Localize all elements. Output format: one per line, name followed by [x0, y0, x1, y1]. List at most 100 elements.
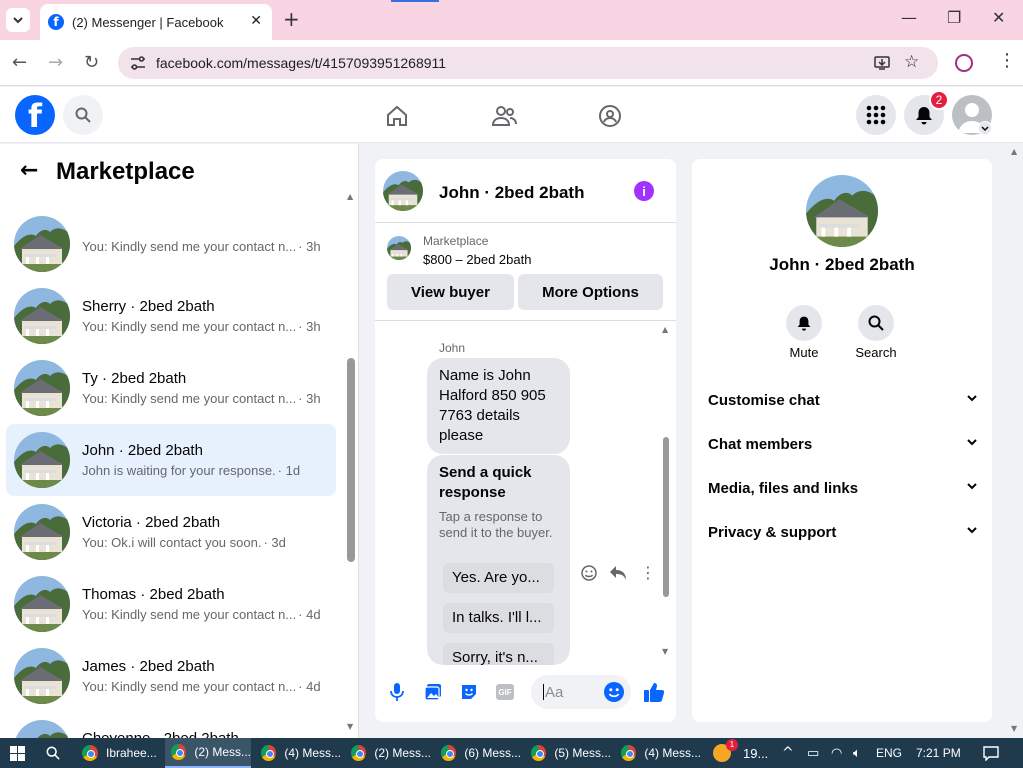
scrollbar-track[interactable]: ▲ ▼: [345, 192, 357, 732]
listing-price: $800 – 2bed 2bath: [423, 252, 532, 267]
quick-reply-1[interactable]: Yes. Are yo...: [443, 563, 554, 593]
photo-icon[interactable]: [424, 683, 442, 701]
conversation-name: Cheyenne · 2bed 2bath: [82, 730, 245, 738]
language-indicator[interactable]: ENG: [876, 738, 902, 768]
conversation-item[interactable]: Victoria · 2bed 2bath You: Ok.i will cont…: [6, 496, 336, 568]
chat-avatar[interactable]: [383, 171, 423, 211]
url-text: facebook.com/messages/t/4157093951268911: [156, 55, 447, 71]
install-app-icon[interactable]: [874, 55, 890, 71]
emoji-icon[interactable]: [604, 682, 624, 702]
conversation-name: John · 2bed 2bath: [82, 442, 203, 459]
section-media-files-links[interactable]: Media, files and links: [708, 480, 978, 497]
tab-search-button[interactable]: [6, 8, 30, 32]
mute-circle[interactable]: [786, 305, 822, 341]
conversation-item[interactable]: You: Kindly send me your contact n... · 3…: [6, 208, 336, 280]
chat-title[interactable]: John · 2bed 2bath: [439, 183, 584, 203]
taskbar-app-item[interactable]: (2) Mess...: [165, 738, 251, 768]
back-icon[interactable]: ←: [12, 52, 27, 73]
search-button[interactable]: [858, 305, 894, 341]
conversation-item[interactable]: Thomas · 2bed 2bath You: Kindly send me y…: [6, 568, 336, 640]
more-actions-icon[interactable]: ⋮: [640, 563, 656, 582]
conversation-time: · 4d: [298, 679, 321, 694]
scroll-up-arrow-icon[interactable]: ▲: [347, 192, 353, 201]
tray-chevron-icon[interactable]: ^: [782, 738, 794, 768]
conversation-avatar: [14, 360, 70, 416]
details-avatar[interactable]: [806, 175, 878, 247]
sticker-icon[interactable]: [460, 683, 478, 701]
taskbar-app-item[interactable]: (5) Mess...: [525, 738, 611, 768]
section-privacy-support[interactable]: Privacy & support: [708, 524, 978, 541]
chat-scroll-down-icon[interactable]: ▼: [662, 647, 668, 656]
back-arrow-icon[interactable]: ←: [20, 158, 38, 183]
quick-response-title: Send a quick response: [439, 464, 532, 501]
taskbar-app-item[interactable]: (4) Mess...: [615, 738, 701, 768]
volume-icon[interactable]: 🔈︎: [853, 738, 861, 768]
reload-icon[interactable]: ↻: [84, 52, 99, 73]
taskbar-app-item[interactable]: (2) Mess...: [345, 738, 431, 768]
page-scroll-up-icon[interactable]: ▲: [1011, 147, 1017, 156]
clock[interactable]: 7:21 PM: [916, 738, 961, 768]
info-icon[interactable]: i: [634, 181, 654, 201]
message-bubble[interactable]: Name is John Halford 850 905 7763 detail…: [427, 358, 570, 454]
tab-indicator: [391, 0, 439, 2]
microphone-icon[interactable]: [390, 682, 404, 702]
scroll-down-arrow-icon[interactable]: ▼: [347, 722, 353, 731]
listing-thumbnail[interactable]: [387, 236, 411, 260]
url-field[interactable]: facebook.com/messages/t/4157093951268911…: [118, 47, 938, 79]
site-settings-icon[interactable]: [130, 56, 146, 70]
taskbar-search-icon[interactable]: [46, 746, 60, 760]
browser-tab-active[interactable]: f (2) Messenger | Facebook ✕: [40, 4, 272, 40]
chevron-down-icon: [13, 17, 23, 24]
wifi-icon[interactable]: ◠: [831, 738, 842, 768]
tray-device-icon[interactable]: ▭: [807, 738, 819, 768]
chat-scrollbar-thumb[interactable]: [663, 437, 669, 597]
chrome-icon: [171, 744, 187, 760]
page-scroll-down-icon[interactable]: ▼: [1011, 724, 1017, 733]
windows-start-icon[interactable]: [10, 746, 25, 761]
minimize-icon[interactable]: —: [901, 8, 917, 27]
taskbar-app-item[interactable]: (6) Mess...: [435, 738, 521, 768]
menu-button[interactable]: [856, 95, 896, 135]
forward-icon[interactable]: →: [48, 52, 63, 73]
conversation-item[interactable]: Cheyenne · 2bed 2bathA contact left the …: [6, 712, 336, 738]
quick-reply-2[interactable]: In talks. I'll l...: [443, 603, 554, 633]
conversation-item[interactable]: John · 2bed 2bath John is waiting for you…: [6, 424, 336, 496]
chat-scrollbar[interactable]: ▲ ▼: [661, 325, 671, 657]
profile-icon[interactable]: [955, 54, 973, 72]
chat-header[interactable]: John · 2bed 2bath i: [375, 159, 676, 223]
section-chat-members[interactable]: Chat members: [708, 436, 978, 453]
home-icon[interactable]: [385, 104, 409, 128]
account-chevron-icon[interactable]: [978, 121, 992, 135]
restore-icon[interactable]: ❐: [947, 8, 961, 27]
conversation-item[interactable]: Ty · 2bed 2bath You: Kindly send me your …: [6, 352, 336, 424]
close-window-icon[interactable]: ✕: [992, 8, 1005, 27]
fb-search-button[interactable]: [63, 95, 103, 135]
groups-icon[interactable]: [598, 104, 622, 128]
mute-button[interactable]: [786, 305, 822, 341]
taskbar-app-item[interactable]: (4) Mess...: [255, 738, 341, 768]
friends-icon[interactable]: [491, 104, 517, 128]
new-tab-button[interactable]: +: [283, 7, 300, 31]
conversation-time: · 3d: [263, 535, 286, 550]
browser-menu-icon[interactable]: ⋮: [998, 50, 1016, 71]
react-emoji-icon[interactable]: [581, 565, 597, 581]
facebook-logo[interactable]: f: [15, 95, 55, 135]
bookmark-star-icon[interactable]: ☆: [904, 52, 919, 72]
reply-icon[interactable]: [609, 565, 627, 581]
section-customise-chat[interactable]: Customise chat: [708, 392, 978, 409]
quick-reply-3[interactable]: Sorry, it's n...: [443, 643, 554, 665]
chat-scroll-up-icon[interactable]: ▲: [662, 325, 668, 334]
notification-center-icon[interactable]: [983, 738, 999, 768]
facebook-favicon-icon: f: [48, 14, 64, 30]
view-buyer-button[interactable]: View buyer: [387, 274, 514, 310]
more-options-button[interactable]: More Options: [518, 274, 663, 310]
taskbar-app-item[interactable]: Ibrahee...: [76, 738, 162, 768]
conversation-item[interactable]: Sherry · 2bed 2bath You: Kindly send me y…: [6, 280, 336, 352]
conversation-item[interactable]: James · 2bed 2bath You: Kindly send me yo…: [6, 640, 336, 712]
search-circle[interactable]: [858, 305, 894, 341]
gif-icon[interactable]: GIF: [496, 684, 514, 700]
scrollbar-thumb[interactable]: [347, 358, 355, 562]
close-tab-icon[interactable]: ✕: [250, 13, 262, 29]
thumbs-up-icon[interactable]: [643, 681, 665, 703]
weather-widget[interactable]: 1 19...: [713, 738, 768, 768]
